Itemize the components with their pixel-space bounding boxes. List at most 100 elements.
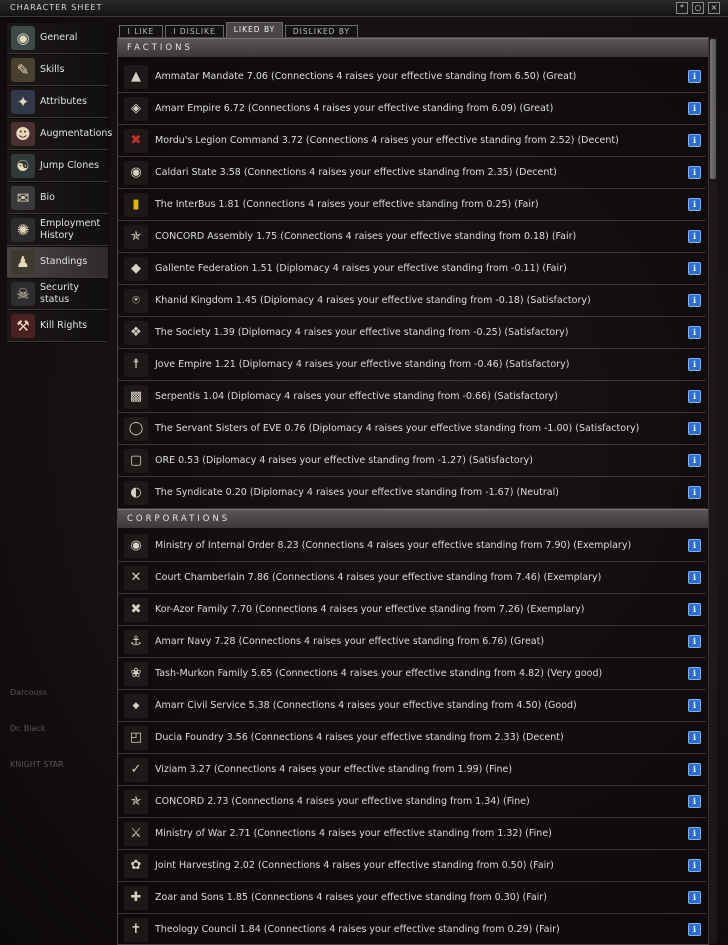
list-item[interactable]: ✯ CONCORD Assembly 1.75 (Connections 4 r… [118,221,706,253]
info-icon[interactable]: i [688,230,701,243]
info-icon[interactable]: i [688,539,701,552]
list-item[interactable]: ◉ Caldari State 3.58 (Connections 4 rais… [118,157,706,189]
standing-text: Viziam 3.27 (Connections 4 raises your e… [155,764,513,775]
amarr-civil-service-logo-icon: ◆ [124,693,148,718]
info-icon[interactable]: i [688,454,701,467]
standing-text: Tash-Murkon Family 5.65 (Connections 4 r… [155,668,603,679]
list-item[interactable]: ❀ Tash-Murkon Family 5.65 (Connections 4… [118,658,706,690]
sidebar-item-skills[interactable]: ✎ Skills [7,55,108,86]
info-icon[interactable]: i [688,486,701,499]
info-icon[interactable]: i [688,326,701,339]
info-icon[interactable]: i [688,635,701,648]
info-icon[interactable]: i [688,859,701,872]
sidebar-item-label: Standings [40,256,88,267]
court-chamberlain-logo-icon: ✕ [124,565,148,590]
list-item[interactable]: ✝ Theology Council 1.84 (Connections 4 r… [118,914,706,944]
window-title: CHARACTER SHEET [10,3,103,12]
tab-i-like[interactable]: I LIKE [119,25,163,37]
standing-text: Caldari State 3.58 (Connections 4 raises… [155,167,557,178]
info-icon[interactable]: i [688,390,701,403]
info-icon[interactable]: i [688,827,701,840]
minimize-button[interactable]: ○ [692,2,704,14]
ducia-foundry-logo-icon: ◰ [124,725,148,750]
list-item[interactable]: ✚ Zoar and Sons 1.85 (Connections 4 rais… [118,882,706,914]
list-item[interactable]: ✯ CONCORD 2.73 (Connections 4 raises you… [118,786,706,818]
list-item[interactable]: ◉ Ministry of Internal Order 8.23 (Conne… [118,530,706,562]
sidebar: ◉ General ✎ Skills ✦ Attributes ☻ Augmen… [7,23,112,343]
sidebar-item-label: Skills [40,64,65,75]
standings-icon: ♟ [11,250,35,274]
info-icon[interactable]: i [688,422,701,435]
list-item[interactable]: ▮ The InterBus 1.81 (Connections 4 raise… [118,189,706,221]
info-icon[interactable]: i [688,603,701,616]
ore-logo-icon: ▢ [124,448,148,473]
list-item[interactable]: ☨ Jove Empire 1.21 (Diplomacy 4 raises y… [118,349,706,381]
info-icon[interactable]: i [688,134,701,147]
info-icon[interactable]: i [688,763,701,776]
info-icon[interactable]: i [688,571,701,584]
list-item[interactable]: ❖ The Society 1.39 (Diplomacy 4 raises y… [118,317,706,349]
tash-murkon-family-logo-icon: ❀ [124,661,148,686]
list-item[interactable]: ▲ Ammatar Mandate 7.06 (Connections 4 ra… [118,61,706,93]
ministry-of-war-logo-icon: ⚔ [124,821,148,846]
list-item[interactable]: ◆ Amarr Civil Service 5.38 (Connections … [118,690,706,722]
info-icon[interactable]: i [688,358,701,371]
list-item[interactable]: ✕ Court Chamberlain 7.86 (Connections 4 … [118,562,706,594]
section-header-factions[interactable]: FACTIONS [118,38,708,57]
employment-history-icon: ✺ [11,218,35,242]
list-item[interactable]: ▢ ORE 0.53 (Diplomacy 4 raises your effe… [118,445,706,477]
list-item[interactable]: ▩ Serpentis 1.04 (Diplomacy 4 raises you… [118,381,706,413]
sidebar-item-label: General [40,32,78,43]
standing-text: Joint Harvesting 2.02 (Connections 4 rai… [155,860,554,871]
section-header-corporations[interactable]: CORPORATIONS [118,509,708,528]
standing-text: Ducia Foundry 3.56 (Connections 4 raises… [155,732,564,743]
standing-text: Theology Council 1.84 (Connections 4 rai… [155,924,560,935]
info-icon[interactable]: i [688,667,701,680]
standing-text: Gallente Federation 1.51 (Diplomacy 4 ra… [155,263,567,274]
info-icon[interactable]: i [688,795,701,808]
security-status-icon: ☠ [11,282,35,306]
info-icon[interactable]: i [688,731,701,744]
info-icon[interactable]: i [688,102,701,115]
list-item[interactable]: ◆ Gallente Federation 1.51 (Diplomacy 4 … [118,253,706,285]
info-icon[interactable]: i [688,70,701,83]
list-item[interactable]: ◈ Amarr Empire 6.72 (Connections 4 raise… [118,93,706,125]
tab-i-dislike[interactable]: I DISLIKE [165,25,224,37]
sidebar-item-attributes[interactable]: ✦ Attributes [7,87,108,118]
kill-rights-icon: ⚒ [11,314,35,338]
scrollbar-thumb[interactable] [710,39,716,179]
list-item[interactable]: ✓ Viziam 3.27 (Connections 4 raises your… [118,754,706,786]
sidebar-item-employment-history[interactable]: ✺ Employment History [7,215,108,246]
sidebar-item-bio[interactable]: ✉ Bio [7,183,108,214]
list-item[interactable]: ◐ The Syndicate 0.20 (Diplomacy 4 raises… [118,477,706,509]
sidebar-item-security-status[interactable]: ☠ Security status [7,279,108,310]
sidebar-item-jump-clones[interactable]: ☯ Jump Clones [7,151,108,182]
info-icon[interactable]: i [688,891,701,904]
tab-disliked-by[interactable]: DISLIKED BY [285,25,358,37]
sidebar-item-general[interactable]: ◉ General [7,23,108,54]
list-item[interactable]: ✖ Kor-Azor Family 7.70 (Connections 4 ra… [118,594,706,626]
jump-clones-icon: ☯ [11,154,35,178]
sidebar-item-augmentations[interactable]: ☻ Augmentations [7,119,112,150]
list-item[interactable]: ◰ Ducia Foundry 3.56 (Connections 4 rais… [118,722,706,754]
standing-text: ORE 0.53 (Diplomacy 4 raises your effect… [155,455,533,466]
list-item[interactable]: ✿ Joint Harvesting 2.02 (Connections 4 r… [118,850,706,882]
tab-liked-by[interactable]: LIKED BY [226,22,283,37]
list-item[interactable]: ⍟ Khanid Kingdom 1.45 (Diplomacy 4 raise… [118,285,706,317]
close-button[interactable]: × [708,2,720,14]
list-item[interactable]: ✖ Mordu's Legion Command 3.72 (Connectio… [118,125,706,157]
sidebar-item-kill-rights[interactable]: ⚒ Kill Rights [7,311,108,342]
info-icon[interactable]: i [688,198,701,211]
list-item[interactable]: ⚓ Amarr Navy 7.28 (Connections 4 raises … [118,626,706,658]
pin-button[interactable]: * [676,2,688,14]
info-icon[interactable]: i [688,294,701,307]
list-item[interactable]: ⚔ Ministry of War 2.71 (Connections 4 ra… [118,818,706,850]
scrollbar[interactable] [708,37,717,943]
info-icon[interactable]: i [688,923,701,936]
info-icon[interactable]: i [688,699,701,712]
sidebar-item-standings[interactable]: ♟ Standings [7,247,108,278]
info-icon[interactable]: i [688,262,701,275]
standing-text: Kor-Azor Family 7.70 (Connections 4 rais… [155,604,585,615]
list-item[interactable]: ◯ The Servant Sisters of EVE 0.76 (Diplo… [118,413,706,445]
info-icon[interactable]: i [688,166,701,179]
